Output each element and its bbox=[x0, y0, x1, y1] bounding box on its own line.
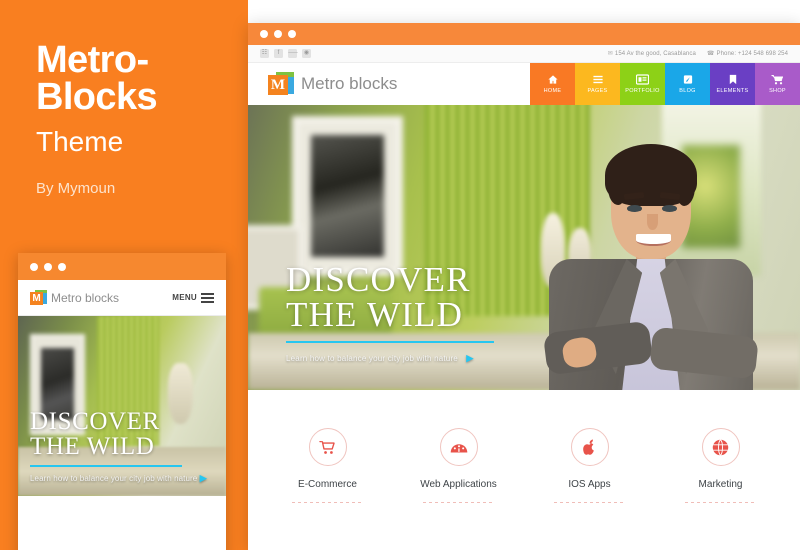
google-plus-icon[interactable]: ◉ bbox=[302, 49, 311, 58]
promo-title-line1: Metro- bbox=[36, 39, 149, 81]
home-icon bbox=[547, 74, 559, 85]
hero-rule bbox=[286, 341, 494, 343]
window-dot-3[interactable] bbox=[58, 262, 66, 271]
nav-item-elements[interactable]: ELEMENTS bbox=[710, 63, 755, 105]
site-navbar: M Metro blocks HOME PAGES PORTFOLIO BLOG… bbox=[248, 63, 800, 105]
contact-info: ✉ 154 Av the good, Casablanca ☎ Phone: +12… bbox=[608, 50, 788, 57]
browser-titlebar bbox=[248, 23, 800, 45]
feature-label-web-applications: Web Applications bbox=[420, 479, 497, 490]
browser-mockup: ☷ f ⸺ ◉ ✉ 154 Av the good, Casablanca ☎ Ph… bbox=[248, 23, 800, 550]
main-navigation: HOME PAGES PORTFOLIO BLOG ELEMENTS SHOP bbox=[530, 63, 800, 105]
nav-label-home: HOME bbox=[543, 88, 562, 94]
mobile-titlebar bbox=[18, 253, 226, 280]
dashboard-gauge-icon bbox=[439, 428, 478, 466]
hero-copy: DISCOVER THE WILD Learn how to balance y… bbox=[286, 262, 494, 364]
window-dots bbox=[30, 262, 66, 271]
social-links: ☷ f ⸺ ◉ bbox=[260, 49, 311, 58]
menu-lines-icon bbox=[592, 74, 604, 85]
feature-label-e-commerce: E-Commerce bbox=[298, 479, 357, 490]
hero-framed-art bbox=[292, 116, 403, 276]
mobile-menu-button[interactable]: MENU bbox=[172, 292, 214, 303]
feature-marketing[interactable]: Marketing bbox=[655, 428, 786, 550]
site-logo[interactable]: M Metro blocks bbox=[248, 63, 397, 105]
logo-letter: M bbox=[268, 75, 288, 95]
phone-text: Phone: +124 548 698 254 bbox=[716, 51, 788, 57]
phone-block: ☎ Phone: +124 548 698 254 bbox=[707, 50, 788, 57]
nav-item-shop[interactable]: SHOP bbox=[755, 63, 800, 105]
promo-text-block: Metro- Blocks Theme By Mymoun bbox=[36, 39, 246, 197]
twitter-icon[interactable]: ⸺ bbox=[288, 49, 298, 58]
mobile-hero-copy: DISCOVER THE WILD Learn how to balance y… bbox=[30, 408, 207, 484]
feature-label-ios-apps: IOS Apps bbox=[568, 479, 611, 490]
logo-text: Metro blocks bbox=[301, 74, 398, 93]
address-block: ✉ 154 Av the good, Casablanca bbox=[608, 50, 696, 57]
feature-label-marketing: Marketing bbox=[698, 479, 743, 490]
cart-icon bbox=[771, 74, 784, 85]
browser-dot-maximize[interactable] bbox=[288, 30, 296, 38]
pencil-icon bbox=[682, 74, 694, 85]
nav-label-blog: BLOG bbox=[679, 88, 696, 94]
browser-window-dots bbox=[260, 30, 296, 38]
nav-item-blog[interactable]: BLOG bbox=[665, 63, 710, 105]
mobile-navbar: M Metro blocks MENU bbox=[18, 280, 226, 316]
address-text: 154 Av the good, Casablanca bbox=[614, 51, 696, 57]
hero-title-line1: DISCOVER bbox=[286, 260, 471, 299]
mobile-logo-blocks-icon: M bbox=[30, 289, 47, 306]
feature-underline bbox=[684, 502, 757, 503]
feature-e-commerce[interactable]: E-Commerce bbox=[262, 428, 393, 550]
feature-web-applications[interactable]: Web Applications bbox=[393, 428, 524, 550]
feature-underline bbox=[422, 502, 495, 503]
site-topbar: ☷ f ⸺ ◉ ✉ 154 Av the good, Casablanca ☎ Ph… bbox=[248, 45, 800, 63]
rss-icon[interactable]: ☷ bbox=[260, 49, 269, 58]
logo-blocks-icon: M bbox=[268, 72, 294, 96]
browser-dot-minimize[interactable] bbox=[274, 30, 282, 38]
mobile-hero-subtitle-wrap: Learn how to balance your city job with … bbox=[30, 473, 207, 484]
nav-item-pages[interactable]: PAGES bbox=[575, 63, 620, 105]
promo-author: By Mymoun bbox=[36, 179, 116, 197]
window-dot-1[interactable] bbox=[30, 262, 38, 271]
hero-businessman-photo bbox=[541, 128, 762, 390]
hero-subtitle: Learn how to balance your city job with … bbox=[286, 354, 458, 363]
mobile-logo-letter: M bbox=[30, 291, 43, 305]
feature-ios-apps[interactable]: IOS Apps bbox=[524, 428, 655, 550]
nav-item-portfolio[interactable]: PORTFOLIO bbox=[620, 63, 665, 105]
hero-banner: DISCOVER THE WILD Learn how to balance y… bbox=[248, 105, 800, 390]
mobile-hero-image: DISCOVER THE WILD Learn how to balance y… bbox=[18, 316, 226, 496]
envelope-icon: ✉ bbox=[607, 51, 613, 57]
mobile-mockup: M Metro blocks MENU DISCOVER THE WILD Le… bbox=[18, 253, 226, 550]
nav-label-shop: SHOP bbox=[769, 88, 786, 94]
mobile-hero-subtitle: Learn how to balance your city job with … bbox=[30, 474, 198, 483]
nav-item-home[interactable]: HOME bbox=[530, 63, 575, 105]
bookmark-icon bbox=[728, 74, 738, 85]
browser-dot-close[interactable] bbox=[260, 30, 268, 38]
feature-underline bbox=[553, 502, 626, 503]
window-dot-2[interactable] bbox=[44, 262, 52, 271]
mobile-hero-arrow-icon[interactable]: ▶ bbox=[200, 473, 207, 483]
mobile-logo-text: Metro blocks bbox=[51, 290, 120, 305]
promo-title-line2: Blocks bbox=[36, 75, 158, 118]
grid-card-icon bbox=[636, 74, 649, 85]
apple-icon bbox=[570, 428, 609, 466]
mobile-hero-title-line2: THE WILD bbox=[30, 432, 155, 460]
mobile-content-area bbox=[18, 496, 226, 550]
hero-subtitle-wrap: Learn how to balance your city job with … bbox=[286, 353, 494, 364]
nav-label-elements: ELEMENTS bbox=[716, 88, 749, 94]
nav-label-pages: PAGES bbox=[587, 88, 608, 94]
features-section: E-Commerce Web Applications IOS Apps Mar… bbox=[248, 390, 800, 550]
cart-icon bbox=[308, 428, 347, 466]
nav-label-portfolio: PORTFOLIO bbox=[625, 88, 660, 94]
hero-arrow-icon[interactable]: ▶ bbox=[466, 353, 473, 363]
phone-icon: ☎ bbox=[706, 51, 715, 57]
mobile-logo[interactable]: M Metro blocks bbox=[30, 289, 120, 306]
hero-title-line2: THE WILD bbox=[286, 295, 464, 334]
facebook-icon[interactable]: f bbox=[274, 49, 283, 58]
mobile-hero-rule bbox=[30, 465, 182, 467]
feature-underline bbox=[291, 502, 364, 503]
mobile-hero-title-line1: DISCOVER bbox=[30, 408, 160, 435]
globe-icon bbox=[701, 428, 740, 466]
hamburger-icon bbox=[201, 292, 214, 303]
promo-subtitle: Theme bbox=[36, 125, 124, 157]
mobile-menu-label: MENU bbox=[172, 293, 197, 302]
